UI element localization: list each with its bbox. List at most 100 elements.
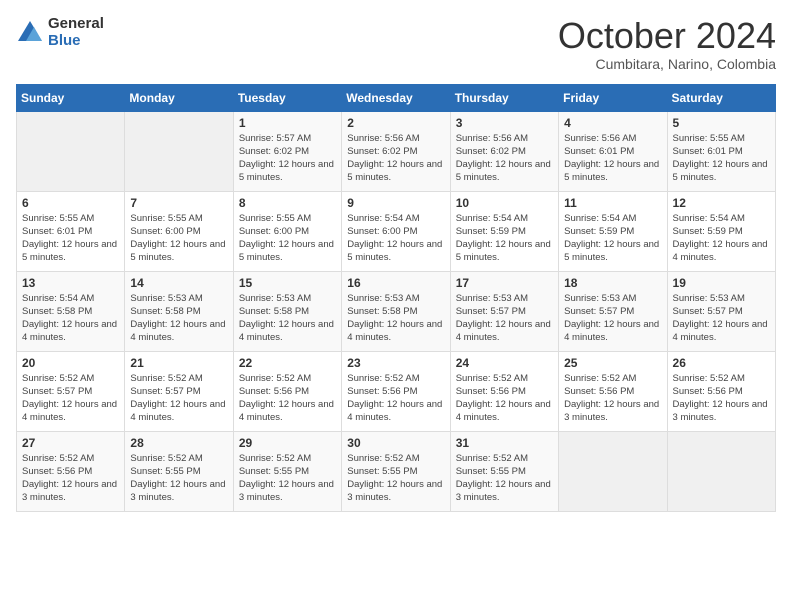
day-info: Sunrise: 5:54 AM Sunset: 5:59 PM Dayligh… — [673, 212, 770, 265]
calendar-cell: 27 Sunrise: 5:52 AM Sunset: 5:56 PM Dayli… — [17, 431, 125, 511]
day-number: 25 — [564, 356, 661, 370]
calendar-cell: 14 Sunrise: 5:53 AM Sunset: 5:58 PM Dayli… — [125, 271, 233, 351]
day-info: Sunrise: 5:53 AM Sunset: 5:58 PM Dayligh… — [239, 292, 336, 345]
day-number: 16 — [347, 276, 444, 290]
day-info: Sunrise: 5:52 AM Sunset: 5:56 PM Dayligh… — [22, 452, 119, 505]
header-day-friday: Friday — [559, 84, 667, 111]
header-day-thursday: Thursday — [450, 84, 558, 111]
calendar-week-row: 27 Sunrise: 5:52 AM Sunset: 5:56 PM Dayli… — [17, 431, 776, 511]
day-number: 1 — [239, 116, 336, 130]
day-info: Sunrise: 5:55 AM Sunset: 6:00 PM Dayligh… — [239, 212, 336, 265]
calendar-cell — [667, 431, 775, 511]
day-info: Sunrise: 5:52 AM Sunset: 5:56 PM Dayligh… — [673, 372, 770, 425]
calendar-cell: 26 Sunrise: 5:52 AM Sunset: 5:56 PM Dayli… — [667, 351, 775, 431]
calendar-cell: 21 Sunrise: 5:52 AM Sunset: 5:57 PM Dayli… — [125, 351, 233, 431]
day-number: 15 — [239, 276, 336, 290]
day-number: 17 — [456, 276, 553, 290]
calendar-week-row: 1 Sunrise: 5:57 AM Sunset: 6:02 PM Daylig… — [17, 111, 776, 191]
calendar-cell: 5 Sunrise: 5:55 AM Sunset: 6:01 PM Daylig… — [667, 111, 775, 191]
day-number: 7 — [130, 196, 227, 210]
day-number: 26 — [673, 356, 770, 370]
day-info: Sunrise: 5:55 AM Sunset: 6:00 PM Dayligh… — [130, 212, 227, 265]
day-info: Sunrise: 5:52 AM Sunset: 5:55 PM Dayligh… — [456, 452, 553, 505]
location-subtitle: Cumbitara, Narino, Colombia — [558, 56, 776, 72]
day-info: Sunrise: 5:53 AM Sunset: 5:57 PM Dayligh… — [673, 292, 770, 345]
day-number: 22 — [239, 356, 336, 370]
day-number: 29 — [239, 436, 336, 450]
day-number: 24 — [456, 356, 553, 370]
day-number: 27 — [22, 436, 119, 450]
calendar-cell: 12 Sunrise: 5:54 AM Sunset: 5:59 PM Dayli… — [667, 191, 775, 271]
day-number: 10 — [456, 196, 553, 210]
day-number: 19 — [673, 276, 770, 290]
calendar-cell: 30Sunrise: 5:52 AM Sunset: 5:55 PM Dayli… — [342, 431, 450, 511]
day-number: 14 — [130, 276, 227, 290]
day-info: Sunrise: 5:52 AM Sunset: 5:57 PM Dayligh… — [22, 372, 119, 425]
day-number: 5 — [673, 116, 770, 130]
day-info: Sunrise: 5:54 AM Sunset: 5:59 PM Dayligh… — [456, 212, 553, 265]
calendar-cell: 23 Sunrise: 5:52 AM Sunset: 5:56 PM Dayli… — [342, 351, 450, 431]
day-info: Sunrise: 5:56 AM Sunset: 6:02 PM Dayligh… — [456, 132, 553, 185]
logo-blue: Blue — [48, 33, 104, 50]
calendar-cell: 16 Sunrise: 5:53 AM Sunset: 5:58 PM Dayli… — [342, 271, 450, 351]
calendar-cell: 20 Sunrise: 5:52 AM Sunset: 5:57 PM Dayli… — [17, 351, 125, 431]
calendar-cell: 4Sunrise: 5:56 AM Sunset: 6:01 PM Daylig… — [559, 111, 667, 191]
day-info: Sunrise: 5:52 AM Sunset: 5:56 PM Dayligh… — [239, 372, 336, 425]
calendar-cell: 10 Sunrise: 5:54 AM Sunset: 5:59 PM Dayli… — [450, 191, 558, 271]
calendar-cell: 6Sunrise: 5:55 AM Sunset: 6:01 PM Daylig… — [17, 191, 125, 271]
calendar-cell: 18 Sunrise: 5:53 AM Sunset: 5:57 PM Dayli… — [559, 271, 667, 351]
calendar-cell — [17, 111, 125, 191]
header-row: SundayMondayTuesdayWednesdayThursdayFrid… — [17, 84, 776, 111]
day-info: Sunrise: 5:52 AM Sunset: 5:55 PM Dayligh… — [347, 452, 444, 505]
day-info: Sunrise: 5:53 AM Sunset: 5:58 PM Dayligh… — [347, 292, 444, 345]
day-info: Sunrise: 5:56 AM Sunset: 6:02 PM Dayligh… — [347, 132, 444, 185]
calendar-cell: 22 Sunrise: 5:52 AM Sunset: 5:56 PM Dayli… — [233, 351, 341, 431]
calendar-cell: 25 Sunrise: 5:52 AM Sunset: 5:56 PM Dayli… — [559, 351, 667, 431]
day-number: 8 — [239, 196, 336, 210]
day-number: 13 — [22, 276, 119, 290]
day-number: 18 — [564, 276, 661, 290]
day-number: 20 — [22, 356, 119, 370]
day-number: 9 — [347, 196, 444, 210]
header-day-saturday: Saturday — [667, 84, 775, 111]
day-info: Sunrise: 5:53 AM Sunset: 5:57 PM Dayligh… — [456, 292, 553, 345]
title-block: October 2024 Cumbitara, Narino, Colombia — [558, 16, 776, 72]
day-number: 23 — [347, 356, 444, 370]
calendar-cell: 31 Sunrise: 5:52 AM Sunset: 5:55 PM Dayli… — [450, 431, 558, 511]
day-info: Sunrise: 5:54 AM Sunset: 5:58 PM Dayligh… — [22, 292, 119, 345]
day-info: Sunrise: 5:52 AM Sunset: 5:55 PM Dayligh… — [239, 452, 336, 505]
day-info: Sunrise: 5:57 AM Sunset: 6:02 PM Dayligh… — [239, 132, 336, 185]
day-number: 21 — [130, 356, 227, 370]
day-number: 3 — [456, 116, 553, 130]
page-header: General Blue October 2024 Cumbitara, Nar… — [16, 16, 776, 72]
day-number: 12 — [673, 196, 770, 210]
header-day-wednesday: Wednesday — [342, 84, 450, 111]
calendar-cell: 19 Sunrise: 5:53 AM Sunset: 5:57 PM Dayli… — [667, 271, 775, 351]
calendar-cell: 17 Sunrise: 5:53 AM Sunset: 5:57 PM Dayli… — [450, 271, 558, 351]
calendar-cell: 7 Sunrise: 5:55 AM Sunset: 6:00 PM Daylig… — [125, 191, 233, 271]
day-info: Sunrise: 5:55 AM Sunset: 6:01 PM Dayligh… — [673, 132, 770, 185]
calendar-cell: 8 Sunrise: 5:55 AM Sunset: 6:00 PM Daylig… — [233, 191, 341, 271]
day-info: Sunrise: 5:52 AM Sunset: 5:57 PM Dayligh… — [130, 372, 227, 425]
logo: General Blue — [16, 16, 104, 49]
calendar-week-row: 20 Sunrise: 5:52 AM Sunset: 5:57 PM Dayli… — [17, 351, 776, 431]
logo-icon — [16, 19, 44, 47]
calendar-cell: 3 Sunrise: 5:56 AM Sunset: 6:02 PM Daylig… — [450, 111, 558, 191]
calendar-table: SundayMondayTuesdayWednesdayThursdayFrid… — [16, 84, 776, 512]
day-number: 11 — [564, 196, 661, 210]
day-info: Sunrise: 5:52 AM Sunset: 5:55 PM Dayligh… — [130, 452, 227, 505]
day-info: Sunrise: 5:55 AM Sunset: 6:01 PM Dayligh… — [22, 212, 119, 265]
logo-general: General — [48, 16, 104, 33]
day-number: 31 — [456, 436, 553, 450]
day-info: Sunrise: 5:52 AM Sunset: 5:56 PM Dayligh… — [564, 372, 661, 425]
calendar-cell: 15 Sunrise: 5:53 AM Sunset: 5:58 PM Dayli… — [233, 271, 341, 351]
calendar-week-row: 13 Sunrise: 5:54 AM Sunset: 5:58 PM Dayli… — [17, 271, 776, 351]
day-info: Sunrise: 5:54 AM Sunset: 6:00 PM Dayligh… — [347, 212, 444, 265]
day-info: Sunrise: 5:52 AM Sunset: 5:56 PM Dayligh… — [347, 372, 444, 425]
calendar-cell: 9 Sunrise: 5:54 AM Sunset: 6:00 PM Daylig… — [342, 191, 450, 271]
calendar-cell: 24Sunrise: 5:52 AM Sunset: 5:56 PM Dayli… — [450, 351, 558, 431]
day-info: Sunrise: 5:53 AM Sunset: 5:58 PM Dayligh… — [130, 292, 227, 345]
calendar-week-row: 6Sunrise: 5:55 AM Sunset: 6:01 PM Daylig… — [17, 191, 776, 271]
calendar-cell: 2Sunrise: 5:56 AM Sunset: 6:02 PM Daylig… — [342, 111, 450, 191]
day-info: Sunrise: 5:53 AM Sunset: 5:57 PM Dayligh… — [564, 292, 661, 345]
